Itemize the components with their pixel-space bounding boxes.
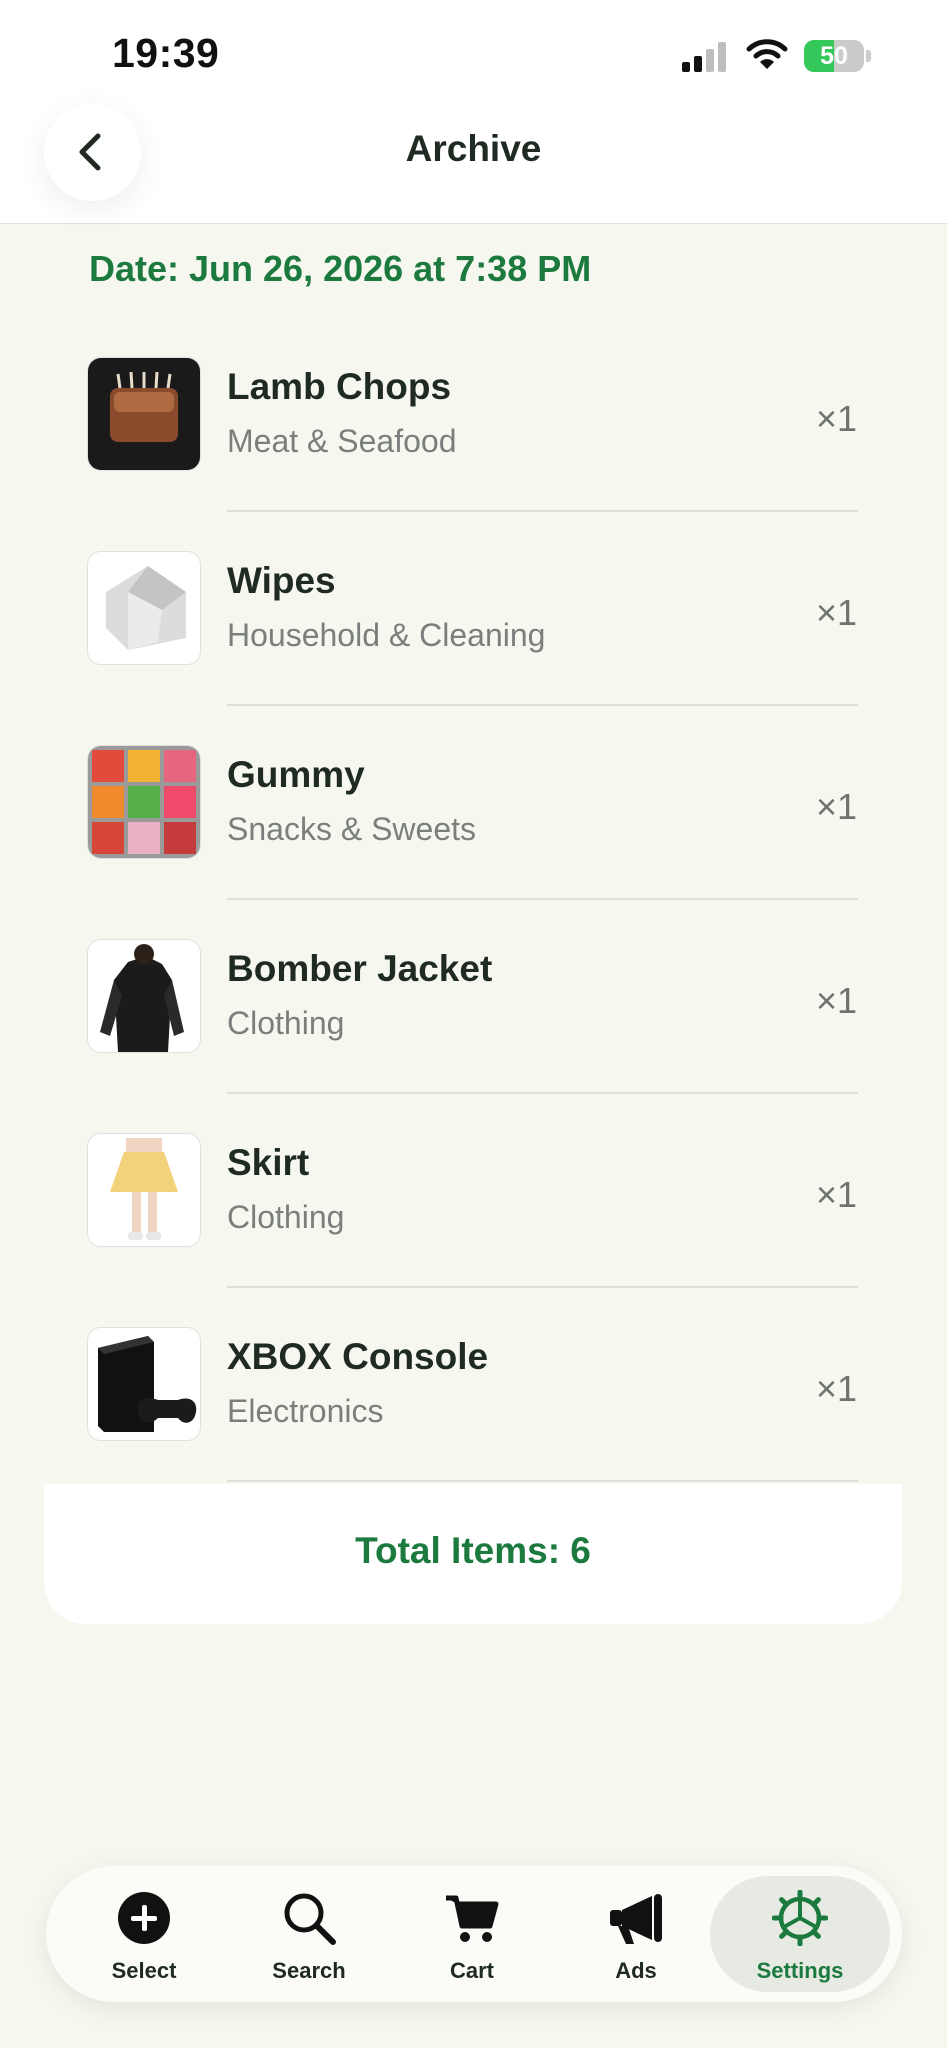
list-item[interactable]: Gummy Snacks & Sweets ×1 bbox=[0, 718, 947, 912]
lamb-chops-image bbox=[87, 357, 201, 471]
tab-label: Cart bbox=[449, 1958, 494, 1983]
divider bbox=[227, 1092, 858, 1094]
status-time: 19:39 bbox=[112, 30, 220, 76]
item-name: Skirt bbox=[227, 1142, 310, 1183]
status-bar: 19:39 50 bbox=[0, 0, 947, 110]
skirt-image bbox=[87, 1133, 201, 1247]
wipes-image bbox=[87, 551, 201, 665]
page-title: Archive bbox=[405, 128, 542, 169]
plus-circle-icon bbox=[118, 1892, 170, 1944]
item-name: Bomber Jacket bbox=[227, 948, 493, 989]
megaphone-icon bbox=[610, 1894, 662, 1944]
item-name: Wipes bbox=[227, 560, 336, 601]
item-name: Gummy bbox=[227, 754, 365, 795]
item-quantity: ×1 bbox=[815, 980, 857, 1021]
wifi-icon bbox=[746, 39, 788, 69]
xbox-console-image bbox=[87, 1327, 201, 1441]
total-items-card: Total Items: 6 bbox=[44, 1484, 902, 1624]
archive-date: Date: Jun 26, 2026 at 7:38 PM bbox=[89, 248, 592, 289]
cellular-signal-icon bbox=[682, 42, 726, 72]
item-category: Clothing bbox=[227, 1005, 345, 1041]
gummy-image bbox=[87, 745, 201, 859]
item-quantity: ×1 bbox=[815, 398, 857, 439]
item-quantity: ×1 bbox=[815, 1368, 857, 1409]
tab-cart[interactable]: Cart bbox=[392, 1866, 552, 2002]
list-item[interactable]: Bomber Jacket Clothing ×1 bbox=[0, 912, 947, 1106]
item-quantity: ×1 bbox=[815, 592, 857, 633]
divider bbox=[227, 898, 858, 900]
divider bbox=[227, 704, 858, 706]
item-category: Electronics bbox=[227, 1393, 384, 1429]
gear-icon bbox=[772, 1890, 828, 1946]
item-name: XBOX Console bbox=[227, 1336, 489, 1377]
list-item[interactable]: Wipes Household & Cleaning ×1 bbox=[0, 524, 947, 718]
tab-bar: Select Search Cart Ads Settings bbox=[46, 1866, 902, 2002]
tab-label: Select bbox=[111, 1958, 177, 1983]
tab-ads[interactable]: Ads bbox=[556, 1866, 716, 2002]
list-item[interactable]: Lamb Chops Meat & Seafood ×1 bbox=[0, 330, 947, 524]
item-quantity: ×1 bbox=[815, 1174, 857, 1215]
cart-icon bbox=[446, 1895, 499, 1942]
item-category: Household & Cleaning bbox=[227, 617, 546, 653]
item-category: Snacks & Sweets bbox=[227, 811, 476, 847]
list-item[interactable]: XBOX Console Electronics ×1 bbox=[0, 1300, 947, 1494]
item-category: Meat & Seafood bbox=[227, 423, 457, 459]
tab-select[interactable]: Select bbox=[64, 1866, 224, 2002]
tab-search[interactable]: Search bbox=[229, 1866, 389, 2002]
tab-label: Settings bbox=[756, 1958, 844, 1983]
list-item[interactable]: Skirt Clothing ×1 bbox=[0, 1106, 947, 1300]
bomber-jacket-image bbox=[87, 939, 201, 1053]
divider bbox=[227, 1286, 858, 1288]
tab-settings[interactable]: Settings bbox=[710, 1866, 890, 2002]
item-quantity: ×1 bbox=[815, 786, 857, 827]
divider bbox=[227, 510, 858, 512]
search-icon bbox=[284, 1893, 336, 1945]
item-category: Clothing bbox=[227, 1199, 345, 1235]
item-name: Lamb Chops bbox=[227, 366, 452, 407]
battery-percent: 50 bbox=[820, 42, 848, 70]
tab-label: Ads bbox=[615, 1958, 657, 1983]
divider bbox=[227, 1480, 858, 1482]
tab-label: Search bbox=[272, 1958, 346, 1983]
back-button[interactable] bbox=[44, 104, 141, 201]
chevron-left-icon bbox=[79, 133, 101, 171]
battery-indicator: 50 bbox=[804, 40, 874, 72]
total-items-label: Total Items: 6 bbox=[355, 1530, 591, 1571]
